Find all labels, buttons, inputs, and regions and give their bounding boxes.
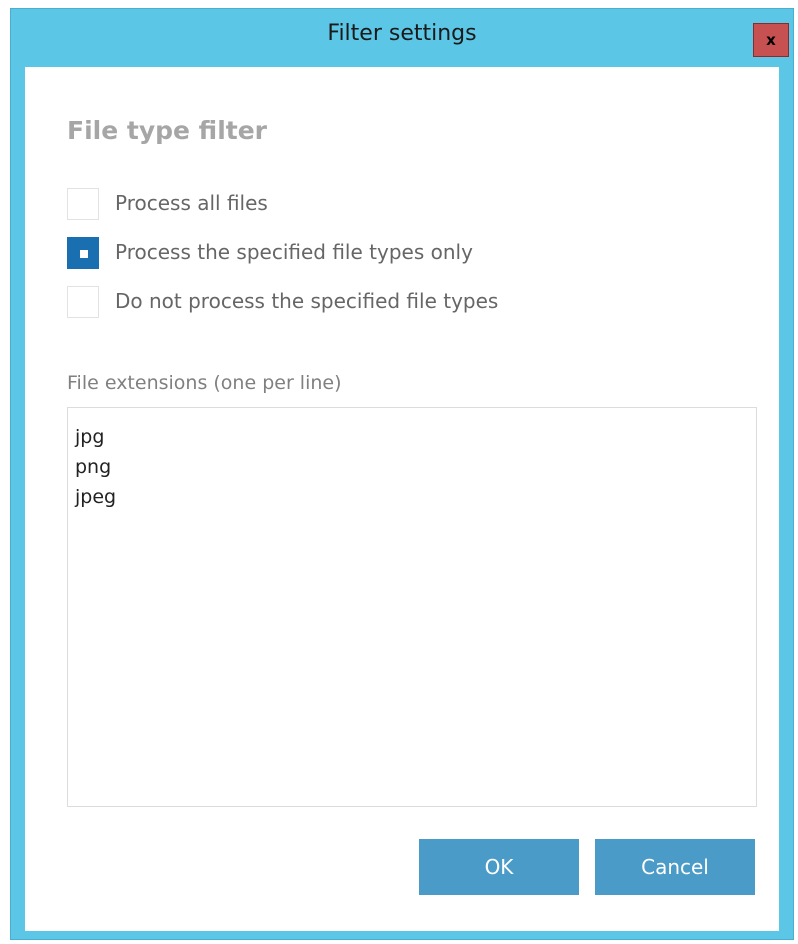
radio-process-all[interactable] bbox=[67, 188, 99, 220]
radio-process-specified[interactable] bbox=[67, 237, 99, 269]
ok-button[interactable]: OK bbox=[419, 839, 579, 895]
extensions-label: File extensions (one per line) bbox=[67, 372, 342, 394]
radio-do-not-process[interactable] bbox=[67, 286, 99, 318]
option-process-specified-only[interactable]: Process the specified file types only bbox=[67, 236, 627, 270]
cancel-button[interactable]: Cancel bbox=[595, 839, 755, 895]
option-do-not-process-specified[interactable]: Do not process the specified file types bbox=[67, 285, 627, 319]
option-label: Do not process the specified file types bbox=[115, 289, 499, 313]
section-title: File type filter bbox=[67, 116, 268, 145]
filter-settings-dialog: Filter settings x File type filter Proce… bbox=[10, 8, 794, 940]
dialog-title: Filter settings bbox=[327, 21, 477, 46]
close-button[interactable]: x bbox=[753, 23, 789, 57]
option-process-all-files[interactable]: Process all files bbox=[67, 187, 627, 221]
dialog-content: File type filter Process all files Proce… bbox=[25, 67, 779, 931]
selected-dot-icon bbox=[80, 250, 88, 258]
option-label: Process all files bbox=[115, 191, 268, 215]
option-label: Process the specified file types only bbox=[115, 240, 473, 264]
title-bar[interactable]: Filter settings x bbox=[11, 9, 793, 67]
extensions-textarea[interactable]: jpg png jpeg bbox=[67, 407, 757, 807]
